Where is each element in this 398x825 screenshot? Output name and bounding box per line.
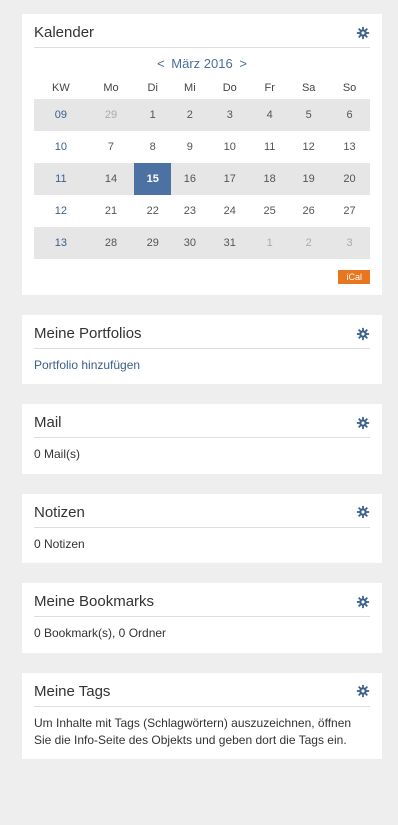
gear-icon[interactable] <box>356 684 370 698</box>
calendar-day[interactable]: 13 <box>329 131 370 163</box>
weekday-header: So <box>342 82 357 94</box>
add-portfolio-link[interactable]: Portfolio hinzufügen <box>34 358 140 372</box>
calendar-day[interactable]: 4 <box>251 99 289 131</box>
calendar-day[interactable]: 17 <box>208 163 252 195</box>
gear-icon[interactable] <box>356 416 370 430</box>
calendar-day[interactable]: 30 <box>171 227 209 259</box>
calendar-day[interactable]: 11 <box>251 131 288 163</box>
calendar-header: Kalender <box>34 24 370 48</box>
calendar-day[interactable]: 10 <box>208 131 251 163</box>
calendar-day-today[interactable]: 15 <box>134 163 172 195</box>
bookmarks-count: 0 Bookmark(s), 0 Ordner <box>34 626 167 641</box>
weekday-header: Mi <box>184 82 196 94</box>
calendar-day[interactable]: 20 <box>329 163 370 195</box>
tags-info-text: Um Inhalte mit Tags (Schlagwörtern) ausz… <box>34 715 352 747</box>
weekday-header: Do <box>222 82 237 94</box>
bookmarks-title: Meine Bookmarks <box>34 593 155 611</box>
weekday-header: Di <box>147 82 158 94</box>
weekday-header: Sa <box>301 82 316 94</box>
calendar-day[interactable]: 14 <box>87 163 135 195</box>
calendar-day[interactable]: 8 <box>134 131 171 163</box>
calendar-day[interactable]: 6 <box>329 99 370 131</box>
next-month-button[interactable]: > <box>236 56 250 71</box>
calendar-day[interactable]: 26 <box>288 195 329 227</box>
month-navigation: < März 2016 > <box>34 56 370 71</box>
calendar-day[interactable]: 12 <box>288 131 329 163</box>
weekday-header: Fr <box>264 82 275 94</box>
gear-icon[interactable] <box>356 505 370 519</box>
notes-title: Notizen <box>34 503 85 521</box>
ical-button[interactable]: iCal <box>338 270 370 284</box>
calendar-day[interactable]: 5 <box>288 99 330 131</box>
calendar-day[interactable]: 25 <box>251 195 288 227</box>
calendar-day[interactable]: 21 <box>88 195 134 227</box>
calendar-day[interactable]: 19 <box>288 163 330 195</box>
calendar-day[interactable]: 23 <box>171 195 208 227</box>
prev-month-button[interactable]: < <box>154 56 168 71</box>
calendar-panel: Kalender < März 2016 > KW Mo Di Mi Do Fr… <box>22 14 382 295</box>
calendar-day[interactable]: 2 <box>288 227 330 259</box>
week-number[interactable]: 13 <box>34 227 88 259</box>
calendar-day[interactable]: 22 <box>134 195 171 227</box>
week-number[interactable]: 09 <box>34 99 88 131</box>
calendar-grid: KW Mo Di Mi Do Fr Sa So 09 29 1 2 3 4 5 6 10 7 8 9 10 11 12 13… <box>34 77 370 259</box>
calendar-day[interactable]: 3 <box>208 99 252 131</box>
mail-title: Mail <box>34 414 62 432</box>
tags-title: Meine Tags <box>34 682 111 700</box>
right-column: Kalender < März 2016 > KW Mo Di Mi Do Fr… <box>22 14 382 779</box>
calendar-week-row: 12 21 22 23 24 25 26 27 <box>34 195 370 227</box>
week-number[interactable]: 10 <box>34 131 88 163</box>
calendar-day[interactable]: 28 <box>87 227 135 259</box>
notes-count: 0 Notizen <box>34 536 85 551</box>
calendar-week-row: 13 28 29 30 31 1 2 3 <box>34 227 370 259</box>
calendar-week-row: 11 14 15 16 17 18 19 20 <box>34 163 370 195</box>
calendar-day[interactable]: 31 <box>208 227 252 259</box>
calendar-title: Kalender <box>34 24 95 41</box>
calendar-day[interactable]: 2 <box>171 99 209 131</box>
calendar-day[interactable]: 7 <box>88 131 134 163</box>
week-number[interactable]: 12 <box>34 195 88 227</box>
calendar-day[interactable]: 27 <box>329 195 370 227</box>
calendar-day[interactable]: 29 <box>134 227 172 259</box>
calendar-day[interactable]: 29 <box>87 99 135 131</box>
portfolios-title: Meine Portfolios <box>34 325 142 342</box>
weekday-header: Mo <box>103 82 119 94</box>
mail-count: 0 Mail(s) <box>34 447 81 462</box>
calendar-day[interactable]: 9 <box>171 131 208 163</box>
mail-panel: Mail 0 Mail(s) <box>22 404 382 474</box>
month-label: März 2016 <box>171 56 233 71</box>
bookmarks-panel: Meine Bookmarks 0 Bookmark(s), 0 Ordner <box>22 583 382 653</box>
calendar-day[interactable]: 18 <box>251 163 289 195</box>
tags-panel: Meine Tags Um Inhalte mit Tags (Schlagwö… <box>22 672 382 760</box>
calendar-day[interactable]: 24 <box>208 195 251 227</box>
portfolios-panel: Meine Portfolios Portfolio hinzufügen <box>22 315 382 385</box>
gear-icon[interactable] <box>356 595 370 609</box>
week-number[interactable]: 11 <box>34 163 88 195</box>
gear-icon[interactable] <box>356 327 370 341</box>
calendar-day[interactable]: 1 <box>134 99 172 131</box>
calendar-day[interactable]: 16 <box>171 163 209 195</box>
notes-panel: Notizen 0 Notizen <box>22 493 382 564</box>
weekday-header: KW <box>52 82 70 94</box>
gear-icon[interactable] <box>356 26 370 40</box>
calendar-day[interactable]: 3 <box>329 227 370 259</box>
calendar-week-row: 10 7 8 9 10 11 12 13 <box>34 131 370 163</box>
calendar-week-row: 09 29 1 2 3 4 5 6 <box>34 99 370 131</box>
calendar-day[interactable]: 1 <box>251 227 289 259</box>
